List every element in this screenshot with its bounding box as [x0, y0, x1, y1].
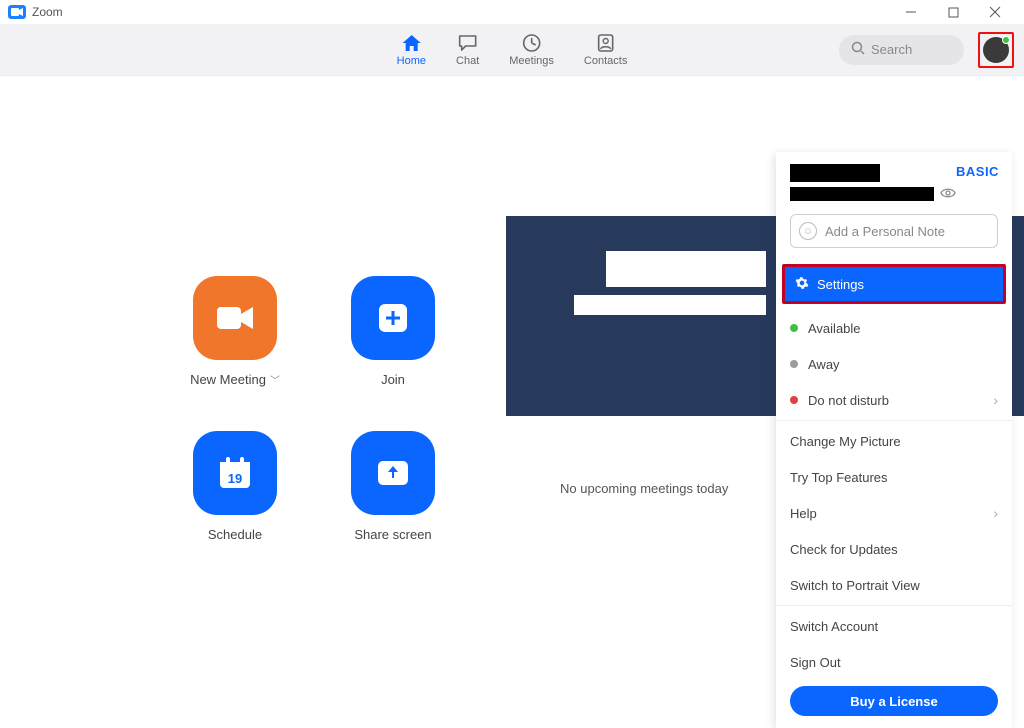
menu-dnd[interactable]: Do not disturb ›	[776, 382, 1012, 418]
tab-home[interactable]: Home	[397, 33, 426, 67]
tab-contacts[interactable]: Contacts	[584, 33, 627, 67]
menu-label: Switch to Portrait View	[790, 578, 920, 593]
menu-help[interactable]: Help ›	[776, 495, 1012, 531]
menu-label: Help	[790, 506, 817, 521]
smile-icon: ☺	[799, 222, 817, 240]
nav-tabs: Home Chat Meetings Contacts	[397, 33, 628, 67]
status-away-icon	[790, 360, 798, 368]
titlebar: Zoom	[0, 0, 1024, 24]
close-button[interactable]	[974, 0, 1016, 24]
divider	[776, 605, 1012, 606]
search-placeholder: Search	[871, 42, 912, 57]
tile-schedule[interactable]: 19 Schedule	[180, 431, 290, 542]
share-icon	[351, 431, 435, 515]
search-input[interactable]: Search	[839, 35, 964, 65]
contacts-icon	[596, 33, 616, 53]
profile-avatar-highlight	[978, 32, 1014, 68]
tile-grid: New Meeting ﹀ Join 19 Schedule Share scr…	[180, 276, 448, 542]
search-icon	[851, 41, 865, 58]
buy-license-button[interactable]: Buy a License	[790, 686, 998, 716]
profile-avatar[interactable]	[983, 37, 1009, 63]
window-title: Zoom	[32, 5, 63, 19]
menu-settings[interactable]: Settings	[785, 267, 1003, 301]
tab-label: Home	[397, 55, 426, 67]
chevron-right-icon: ›	[993, 505, 998, 521]
menu-sign-out[interactable]: Sign Out	[776, 644, 1012, 680]
divider	[776, 420, 1012, 421]
menu-label: Settings	[817, 277, 864, 292]
maximize-button[interactable]	[932, 0, 974, 24]
chevron-right-icon: ›	[993, 392, 998, 408]
menu-switch-account[interactable]: Switch Account	[776, 608, 1012, 644]
user-email-redacted	[790, 187, 934, 201]
tile-label: Join	[381, 372, 405, 387]
status-dnd-icon	[790, 396, 798, 404]
tile-share-screen[interactable]: Share screen	[338, 431, 448, 542]
presence-dot-icon	[1002, 36, 1010, 44]
menu-label: Change My Picture	[790, 434, 901, 449]
menu-label: Away	[808, 357, 840, 372]
main-content: New Meeting ﹀ Join 19 Schedule Share scr…	[0, 76, 1024, 602]
plan-badge: BASIC	[956, 164, 999, 179]
profile-dropdown: BASIC ☺ Add a Personal Note Settings Ava…	[776, 152, 1012, 728]
tile-label: Share screen	[354, 527, 431, 542]
calendar-icon: 19	[193, 431, 277, 515]
tile-label: New Meeting	[190, 372, 266, 387]
eye-icon[interactable]	[940, 186, 956, 202]
menu-label: Switch Account	[790, 619, 878, 634]
personal-note-input[interactable]: ☺ Add a Personal Note	[790, 214, 998, 248]
tile-join[interactable]: Join	[338, 276, 448, 387]
settings-highlight: Settings	[782, 264, 1006, 304]
menu-away[interactable]: Away	[776, 346, 1012, 382]
plus-icon	[351, 276, 435, 360]
tab-chat[interactable]: Chat	[456, 33, 479, 67]
menu-check-updates[interactable]: Check for Updates	[776, 531, 1012, 567]
zoom-app-icon	[8, 5, 26, 19]
menu-portrait-view[interactable]: Switch to Portrait View	[776, 567, 1012, 603]
chat-icon	[458, 33, 478, 53]
menu-available[interactable]: Available	[776, 310, 1012, 346]
buy-label: Buy a License	[850, 694, 937, 709]
window-controls	[890, 0, 1016, 24]
hero-date-redacted	[574, 295, 766, 315]
navbar: Home Chat Meetings Contacts Search	[0, 24, 1024, 76]
tab-label: Meetings	[509, 55, 554, 67]
menu-label: Available	[808, 321, 861, 336]
gear-icon	[795, 276, 809, 293]
menu-top-features[interactable]: Try Top Features	[776, 459, 1012, 495]
note-placeholder: Add a Personal Note	[825, 224, 945, 239]
home-icon	[401, 33, 421, 53]
minimize-button[interactable]	[890, 0, 932, 24]
video-icon	[193, 276, 277, 360]
menu-label: Do not disturb	[808, 393, 889, 408]
tab-label: Chat	[456, 55, 479, 67]
tab-meetings[interactable]: Meetings	[509, 33, 554, 67]
no-upcoming-text: No upcoming meetings today	[560, 481, 728, 496]
tile-new-meeting[interactable]: New Meeting ﹀	[180, 276, 290, 387]
chevron-down-icon[interactable]: ﹀	[270, 372, 280, 387]
menu-change-picture[interactable]: Change My Picture	[776, 423, 1012, 459]
svg-text:19: 19	[228, 471, 242, 486]
menu-label: Sign Out	[790, 655, 841, 670]
tile-label: Schedule	[208, 527, 262, 542]
user-name-redacted	[790, 164, 880, 182]
status-available-icon	[790, 324, 798, 332]
menu-label: Try Top Features	[790, 470, 888, 485]
menu-label: Check for Updates	[790, 542, 898, 557]
clock-icon	[522, 33, 542, 53]
tab-label: Contacts	[584, 55, 627, 67]
hero-time-redacted	[606, 251, 766, 287]
